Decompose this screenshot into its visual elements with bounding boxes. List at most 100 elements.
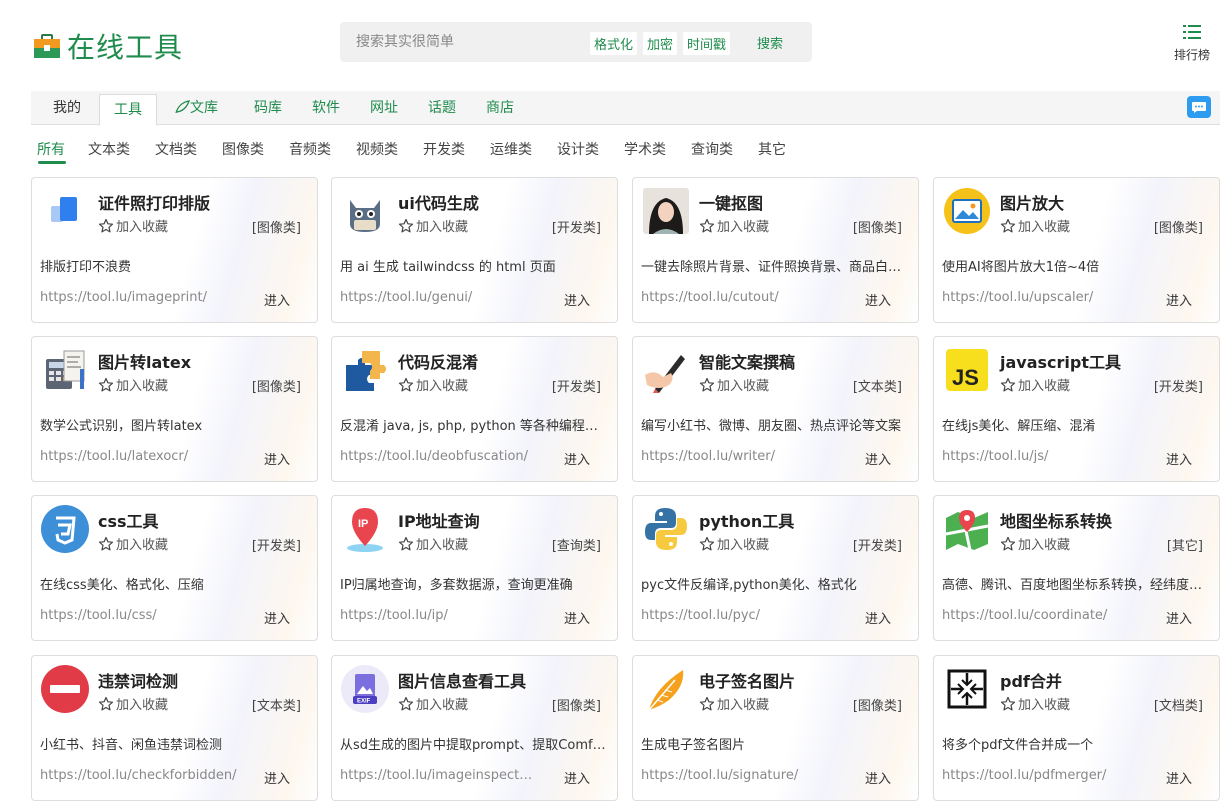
tool-url[interactable]: https://tool.lu/imageinspecto… <box>340 768 540 783</box>
category-document[interactable]: 文档类 <box>155 139 197 159</box>
add-favorite-button[interactable]: 加入收藏 <box>398 375 468 394</box>
tool-title[interactable]: 证件照打印排版 <box>98 190 210 214</box>
tool-url[interactable]: https://tool.lu/checkforbidden/ <box>40 768 240 783</box>
tool-card[interactable]: 证件照打印排版 加入收藏 [图像类] 排版打印不浪费 https://tool.lu/i… <box>31 177 318 323</box>
enter-button[interactable]: 进入 <box>264 768 290 787</box>
category-design[interactable]: 设计类 <box>557 139 599 159</box>
add-favorite-button[interactable]: 加入收藏 <box>699 216 769 235</box>
tool-title[interactable]: 图片放大 <box>1000 190 1064 214</box>
category-image[interactable]: 图像类 <box>222 139 264 159</box>
enter-button[interactable]: 进入 <box>564 768 590 787</box>
tool-card[interactable]: python工具 加入收藏 [开发类] pyc文件反编译,python美化、格式化 ht… <box>632 495 919 641</box>
add-favorite-button[interactable]: 加入收藏 <box>398 694 468 713</box>
enter-button[interactable]: 进入 <box>865 768 891 787</box>
tool-title[interactable]: 图片转latex <box>98 349 191 373</box>
add-favorite-button[interactable]: 加入收藏 <box>98 534 168 553</box>
category-audio[interactable]: 音频类 <box>289 139 331 159</box>
search-input[interactable] <box>356 34 576 50</box>
tool-card[interactable]: 一键抠图 加入收藏 [图像类] 一键去除照片背景、证件照换背景、商品白… https:/… <box>632 177 919 323</box>
tool-url[interactable]: https://tool.lu/ip/ <box>340 608 540 623</box>
tool-title[interactable]: css工具 <box>98 508 159 532</box>
tool-title[interactable]: 一键抠图 <box>699 190 763 214</box>
enter-button[interactable]: 进入 <box>865 608 891 627</box>
tool-url[interactable]: https://tool.lu/pdfmerger/ <box>942 768 1142 783</box>
enter-button[interactable]: 进入 <box>564 290 590 309</box>
tool-url[interactable]: https://tool.lu/imageprint/ <box>40 290 240 305</box>
add-favorite-button[interactable]: 加入收藏 <box>699 534 769 553</box>
quick-tag-timestamp[interactable]: 时间戳 <box>683 32 731 55</box>
enter-button[interactable]: 进入 <box>564 608 590 627</box>
enter-button[interactable]: 进入 <box>264 608 290 627</box>
tool-card[interactable]: 图片转latex 加入收藏 [图像类] 数学公式识别，图片转latex https://… <box>31 336 318 482</box>
tool-title[interactable]: pdf合并 <box>1000 668 1062 692</box>
tool-title[interactable]: 地图坐标系转换 <box>1000 508 1112 532</box>
tool-title[interactable]: 代码反混淆 <box>398 349 478 373</box>
nav-item-tools[interactable]: 工具 <box>99 94 157 126</box>
tool-title[interactable]: 智能文案撰稿 <box>699 349 795 373</box>
tool-url[interactable]: https://tool.lu/upscaler/ <box>942 290 1142 305</box>
add-favorite-button[interactable]: 加入收藏 <box>1000 375 1070 394</box>
enter-button[interactable]: 进入 <box>1166 608 1192 627</box>
add-favorite-button[interactable]: 加入收藏 <box>1000 694 1070 713</box>
tool-url[interactable]: https://tool.lu/coordinate/ <box>942 608 1142 623</box>
nav-item-code[interactable]: 码库 <box>254 91 282 125</box>
enter-button[interactable]: 进入 <box>1166 290 1192 309</box>
add-favorite-button[interactable]: 加入收藏 <box>699 694 769 713</box>
chat-button[interactable] <box>1187 96 1211 118</box>
tool-url[interactable]: https://tool.lu/genui/ <box>340 290 540 305</box>
enter-button[interactable]: 进入 <box>1166 768 1192 787</box>
add-favorite-button[interactable]: 加入收藏 <box>699 375 769 394</box>
nav-item-software[interactable]: 软件 <box>312 91 340 125</box>
tool-card[interactable]: 电子签名图片 加入收藏 [图像类] 生成电子签名图片 https://tool.lu/s… <box>632 655 919 801</box>
tool-url[interactable]: https://tool.lu/js/ <box>942 449 1142 464</box>
tool-title[interactable]: ui代码生成 <box>398 190 479 214</box>
category-academic[interactable]: 学术类 <box>624 139 666 159</box>
tool-title[interactable]: javascript工具 <box>1000 349 1121 373</box>
add-favorite-button[interactable]: 加入收藏 <box>1000 534 1070 553</box>
enter-button[interactable]: 进入 <box>865 449 891 468</box>
add-favorite-button[interactable]: 加入收藏 <box>98 694 168 713</box>
tool-card[interactable]: 智能文案撰稿 加入收藏 [文本类] 编写小红书、微博、朋友圈、热点评论等文案 https… <box>632 336 919 482</box>
nav-item-mine[interactable]: 我的 <box>53 91 81 125</box>
site-logo[interactable]: 在线工具 <box>33 26 183 66</box>
category-text[interactable]: 文本类 <box>88 139 130 159</box>
tool-title[interactable]: 电子签名图片 <box>699 668 795 692</box>
tool-url[interactable]: https://tool.lu/css/ <box>40 608 240 623</box>
add-favorite-button[interactable]: 加入收藏 <box>398 216 468 235</box>
category-dev[interactable]: 开发类 <box>423 139 465 159</box>
tool-card[interactable]: css工具 加入收藏 [开发类] 在线css美化、格式化、压缩 https://tool… <box>31 495 318 641</box>
category-video[interactable]: 视频类 <box>356 139 398 159</box>
tool-card[interactable]: JS javascript工具 加入收藏 [开发类] 在线js美化、解压缩、混淆 http… <box>933 336 1220 482</box>
category-query[interactable]: 查询类 <box>691 139 733 159</box>
tool-card[interactable]: IP IP地址查询 加入收藏 [查询类] IP归属地查询，多套数据源，查询更准确 http… <box>331 495 618 641</box>
tool-card[interactable]: pdf合并 加入收藏 [文档类] 将多个pdf文件合并成一个 https://tool.… <box>933 655 1220 801</box>
tool-title[interactable]: 图片信息查看工具 <box>398 668 526 692</box>
tool-url[interactable]: https://tool.lu/signature/ <box>641 768 841 783</box>
enter-button[interactable]: 进入 <box>264 290 290 309</box>
enter-button[interactable]: 进入 <box>564 449 590 468</box>
tool-card[interactable]: EXIF 图片信息查看工具 加入收藏 [图像类] 从sd生成的图片中提取prompt、提… <box>331 655 618 801</box>
enter-button[interactable]: 进入 <box>264 449 290 468</box>
tool-url[interactable]: https://tool.lu/writer/ <box>641 449 841 464</box>
tool-title[interactable]: IP地址查询 <box>398 508 480 532</box>
nav-item-library[interactable]: 文库 <box>174 91 218 125</box>
nav-item-topics[interactable]: 话题 <box>428 91 456 125</box>
add-favorite-button[interactable]: 加入收藏 <box>98 216 168 235</box>
enter-button[interactable]: 进入 <box>1166 449 1192 468</box>
tool-card[interactable]: 代码反混淆 加入收藏 [开发类] 反混淆 java, js, php, python … <box>331 336 618 482</box>
tool-url[interactable]: https://tool.lu/cutout/ <box>641 290 841 305</box>
tool-url[interactable]: https://tool.lu/pyc/ <box>641 608 841 623</box>
tool-title[interactable]: python工具 <box>699 508 794 532</box>
nav-item-store[interactable]: 商店 <box>486 91 514 125</box>
add-favorite-button[interactable]: 加入收藏 <box>98 375 168 394</box>
tool-card[interactable]: 地图坐标系转换 加入收藏 [其它] 高德、腾讯、百度地图坐标系转换，经纬度… https… <box>933 495 1220 641</box>
quick-tag-encrypt[interactable]: 加密 <box>643 32 678 55</box>
search-button[interactable]: 搜索 <box>757 33 783 52</box>
category-all[interactable]: 所有 <box>37 139 65 159</box>
enter-button[interactable]: 进入 <box>865 290 891 309</box>
tool-card[interactable]: ui代码生成 加入收藏 [开发类] 用 ai 生成 tailwindcss 的 htm… <box>331 177 618 323</box>
quick-tag-format[interactable]: 格式化 <box>590 32 638 55</box>
tool-card[interactable]: 违禁词检测 加入收藏 [文本类] 小红书、抖音、闲鱼违禁词检测 https://tool… <box>31 655 318 801</box>
add-favorite-button[interactable]: 加入收藏 <box>398 534 468 553</box>
rank-button[interactable]: 排行榜 <box>1170 24 1214 63</box>
